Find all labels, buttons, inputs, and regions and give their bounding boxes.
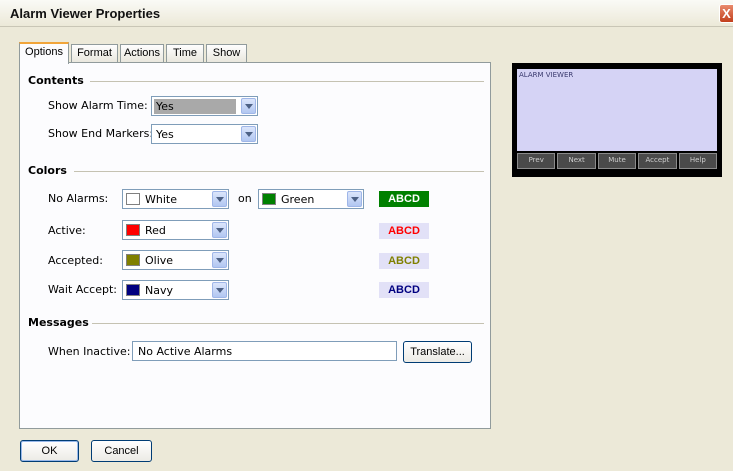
cancel-button[interactable]: Cancel: [91, 440, 152, 462]
chevron-down-icon[interactable]: [241, 98, 256, 114]
chevron-down-icon[interactable]: [347, 191, 362, 207]
preview-help-button: Help: [678, 153, 718, 169]
chevron-down-icon[interactable]: [241, 126, 256, 142]
chevron-down-icon[interactable]: [212, 222, 227, 238]
preview-accept-button: Accept: [638, 153, 677, 169]
close-button[interactable]: X: [719, 4, 733, 23]
show-end-markers-select[interactable]: Yes: [151, 124, 258, 144]
no-alarms-preview: ABCD: [379, 191, 429, 207]
no-alarms-fg-select[interactable]: White: [122, 189, 229, 209]
accepted-label: Accepted:: [48, 254, 103, 267]
colors-divider: [74, 171, 484, 172]
alarm-viewer-button-bar: Prev Next Mute Accept Help: [517, 153, 718, 169]
active-color-select[interactable]: Red: [122, 220, 229, 240]
color-swatch: [126, 254, 140, 266]
preview-next-button: Next: [557, 153, 596, 169]
wait-accept-color-select[interactable]: Navy: [122, 280, 229, 300]
no-alarms-label: No Alarms:: [48, 192, 109, 205]
active-preview: ABCD: [379, 223, 429, 239]
alarm-viewer-title: ALARM VIEWER: [519, 71, 574, 79]
no-alarms-bg-select[interactable]: Green: [258, 189, 364, 209]
close-icon: X: [722, 6, 731, 21]
wait-accept-preview: ABCD: [379, 282, 429, 298]
show-alarm-time-select[interactable]: Yes: [151, 96, 258, 116]
alarm-viewer-preview: ALARM VIEWER Prev Next Mute Accept Help: [512, 63, 722, 177]
colors-header: Colors: [28, 164, 67, 177]
options-panel: Contents Show Alarm Time: Yes Show End M…: [19, 62, 491, 429]
ok-button[interactable]: OK: [20, 440, 79, 462]
wait-accept-label: Wait Accept:: [48, 283, 117, 296]
preview-mute-button: Mute: [597, 153, 637, 169]
on-label: on: [238, 192, 252, 205]
tab-actions[interactable]: Actions: [120, 44, 164, 63]
chevron-down-icon[interactable]: [212, 282, 227, 298]
translate-button[interactable]: Translate...: [403, 341, 472, 363]
contents-divider: [90, 81, 484, 82]
accepted-preview: ABCD: [379, 253, 429, 269]
tab-time[interactable]: Time: [166, 44, 204, 63]
color-swatch: [126, 284, 140, 296]
color-swatch: [126, 224, 140, 236]
color-swatch: [262, 193, 276, 205]
color-swatch: [126, 193, 140, 205]
messages-header: Messages: [28, 316, 89, 329]
window-title: Alarm Viewer Properties: [10, 6, 161, 21]
chevron-down-icon[interactable]: [212, 252, 227, 268]
show-end-markers-label: Show End Markers:: [48, 127, 154, 140]
contents-header: Contents: [28, 74, 84, 87]
accepted-color-select[interactable]: Olive: [122, 250, 229, 270]
title-bar[interactable]: Alarm Viewer Properties X: [0, 0, 733, 27]
tab-options[interactable]: Options: [19, 42, 69, 64]
tab-format[interactable]: Format: [71, 44, 118, 63]
preview-prev-button: Prev: [517, 153, 556, 169]
messages-divider: [92, 323, 484, 324]
alarm-viewer-screen: ALARM VIEWER: [517, 69, 717, 151]
when-inactive-input[interactable]: No Active Alarms: [132, 341, 397, 361]
when-inactive-label: When Inactive:: [48, 345, 131, 358]
chevron-down-icon[interactable]: [212, 191, 227, 207]
active-label: Active:: [48, 224, 86, 237]
tab-show[interactable]: Show: [206, 44, 247, 63]
show-alarm-time-label: Show Alarm Time:: [48, 99, 148, 112]
